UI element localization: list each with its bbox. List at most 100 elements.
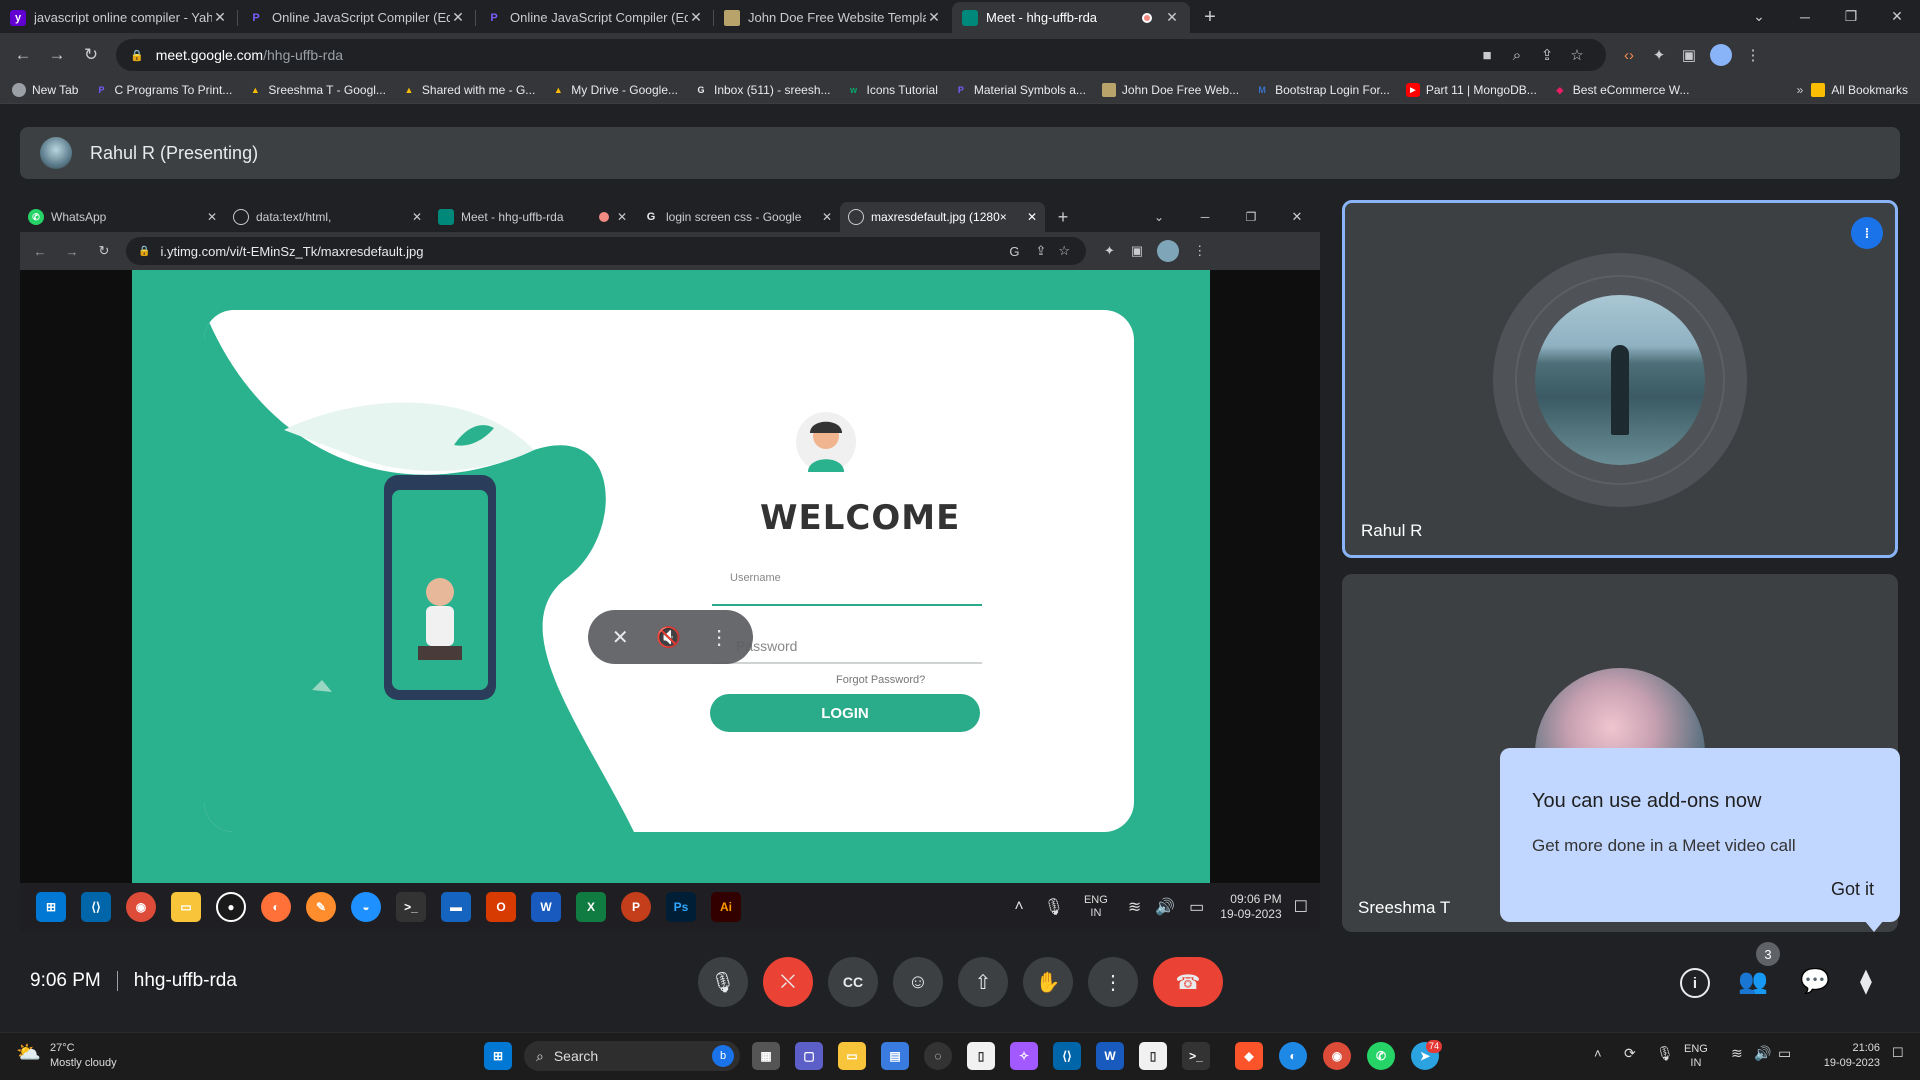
camera-off-button[interactable]: ⛌: [763, 957, 813, 1007]
bookmark-item[interactable]: ▲ Shared with me - G...: [402, 83, 535, 97]
bookmark-item[interactable]: ▶ Part 11 | MongoDB...: [1405, 83, 1537, 97]
notification-icon[interactable]: ☐: [1892, 1045, 1904, 1061]
volume-icon[interactable]: 🔊: [1754, 1045, 1771, 1062]
shared-tab: Glogin screen css - Google ✕: [635, 202, 840, 232]
side-panel-icon[interactable]: ▣: [1674, 46, 1704, 64]
chrome-icon[interactable]: ◉: [1323, 1042, 1351, 1070]
people-icon[interactable]: 👥: [1738, 967, 1768, 996]
document-icon[interactable]: ▯: [1139, 1042, 1167, 1070]
menu-icon[interactable]: ⋮: [1738, 46, 1768, 64]
raise-hand-button[interactable]: ✋: [1023, 957, 1073, 1007]
battery-icon[interactable]: ▭: [1778, 1045, 1791, 1062]
vscode-icon[interactable]: ⟨⟩: [1053, 1042, 1081, 1070]
teams-icon[interactable]: ▢: [795, 1042, 823, 1070]
zoom-icon[interactable]: ⌕: [1502, 47, 1532, 64]
word-icon[interactable]: W: [1096, 1042, 1124, 1070]
file-explorer-icon[interactable]: ▭: [838, 1042, 866, 1070]
mic-icon[interactable]: 🎙: [1656, 1045, 1674, 1062]
globe-icon: [233, 209, 249, 225]
bookmark-item[interactable]: w Icons Tutorial: [847, 83, 938, 97]
shared-url: i.ytimg.com/vi/t-EMinSz_Tk/maxresdefault…: [160, 243, 424, 259]
bookmark-item[interactable]: M Bootstrap Login For...: [1255, 83, 1389, 97]
unpin-icon[interactable]: ✕: [612, 625, 629, 650]
system-clock[interactable]: 21:06 19-09-2023: [1800, 1041, 1880, 1071]
wifi-icon[interactable]: ≋: [1731, 1045, 1743, 1062]
bookmark-item[interactable]: P C Programs To Print...: [94, 83, 232, 97]
sync-icon[interactable]: ⟳: [1624, 1045, 1636, 1062]
store-icon[interactable]: ▤: [881, 1042, 909, 1070]
close-tab-icon[interactable]: ✕: [926, 9, 942, 26]
taskbar-search[interactable]: ⌕ Search b: [524, 1041, 740, 1071]
browser-tab[interactable]: y javascript online compiler - Yahoo ✕: [0, 2, 238, 33]
browser-icon[interactable]: ◐: [1279, 1042, 1307, 1070]
bookmark-item[interactable]: P Material Symbols a...: [954, 83, 1086, 97]
restore-icon[interactable]: ❐: [1828, 0, 1874, 33]
screen-share-controls: ✕ 🔇 ⋮: [588, 610, 753, 664]
language-indicator[interactable]: ENG IN: [1684, 1042, 1708, 1070]
speaking-indicator-icon: ⁞: [1851, 217, 1883, 249]
popup-title: You can use add-ons now: [1532, 790, 1762, 812]
microphone-button[interactable]: 🎙: [698, 957, 748, 1007]
more-options-icon[interactable]: ⋮: [709, 625, 729, 650]
docker-icon: ◒: [351, 892, 381, 922]
bookmark-item[interactable]: G Inbox (511) - sreesh...: [694, 83, 830, 97]
whatsapp-icon[interactable]: ✆: [1367, 1042, 1395, 1070]
terminal-icon[interactable]: >_: [1182, 1042, 1210, 1070]
close-tab-icon[interactable]: ✕: [450, 9, 466, 26]
notepad-icon[interactable]: ▯: [967, 1042, 995, 1070]
close-tab-icon[interactable]: ✕: [688, 9, 704, 26]
username-field: Username: [712, 572, 982, 606]
weather-icon[interactable]: ⛅: [16, 1040, 41, 1065]
minimize-icon[interactable]: ─: [1782, 0, 1828, 33]
present-button[interactable]: ⇧: [958, 957, 1008, 1007]
bookmark-item[interactable]: John Doe Free Web...: [1101, 83, 1239, 97]
browser-tab[interactable]: P Online JavaScript Compiler (Editor) ✕: [238, 2, 476, 33]
participant-tile-rahul[interactable]: ⁞ Rahul R: [1342, 200, 1898, 558]
share-icon[interactable]: ⇪: [1532, 46, 1562, 64]
brave-icon[interactable]: ◆: [1235, 1042, 1263, 1070]
address-bar[interactable]: 🔒 meet.google.com/hhg-uffb-rda ■ ⌕ ⇪ ☆: [116, 39, 1606, 71]
browser-tab[interactable]: P Online JavaScript Compiler (Editor) ✕: [476, 2, 714, 33]
bookmark-item[interactable]: ▲ My Drive - Google...: [551, 83, 678, 97]
meeting-info-icon[interactable]: i: [1680, 968, 1710, 998]
captions-button[interactable]: CC: [828, 957, 878, 1007]
reactions-button[interactable]: ☺: [893, 957, 943, 1007]
task-view-icon[interactable]: ▦: [752, 1042, 780, 1070]
mute-audio-icon[interactable]: 🔇: [656, 625, 681, 650]
devtools-extension-icon[interactable]: ‹›: [1614, 47, 1644, 64]
browser-tab[interactable]: John Doe Free Website Template ✕: [714, 2, 952, 33]
reload-icon[interactable]: ↻: [74, 45, 108, 65]
windows-start-icon[interactable]: ⊞: [484, 1042, 512, 1070]
got-it-button[interactable]: Got it: [1831, 879, 1874, 900]
forward-icon[interactable]: →: [40, 45, 74, 65]
new-tab-icon[interactable]: +: [1190, 2, 1230, 33]
bookmark-item[interactable]: ◆ Best eCommerce W...: [1553, 83, 1689, 97]
back-icon[interactable]: ←: [6, 45, 40, 65]
weather-widget[interactable]: 27°C Mostly cloudy: [50, 1041, 117, 1071]
figma-icon[interactable]: ✧: [1010, 1042, 1038, 1070]
bookmark-item[interactable]: ▲ Sreeshma T - Googl...: [248, 83, 386, 97]
tray-expand-icon[interactable]: ˄: [1594, 1046, 1602, 1061]
star-icon[interactable]: ☆: [1562, 46, 1592, 64]
globe-icon: [12, 83, 26, 97]
more-bookmarks-icon[interactable]: »: [1797, 83, 1804, 97]
close-tab-icon[interactable]: ✕: [212, 9, 228, 26]
all-bookmarks-label: All Bookmarks: [1831, 83, 1908, 97]
activities-icon[interactable]: ⧫: [1860, 967, 1872, 996]
profile-avatar[interactable]: [1710, 44, 1732, 66]
leave-call-button[interactable]: ☎: [1153, 957, 1223, 1007]
extensions-icon[interactable]: ✦: [1644, 46, 1674, 64]
browser-tab-active[interactable]: Meet - hhg-uffb-rda ✕: [952, 2, 1190, 33]
bookmark-item[interactable]: New Tab: [12, 83, 78, 97]
more-options-button[interactable]: ⋮: [1088, 957, 1138, 1007]
windows-start-icon: ⊞: [36, 892, 66, 922]
close-window-icon[interactable]: ✕: [1874, 0, 1920, 33]
chat-icon[interactable]: 💬: [1800, 967, 1830, 996]
tab-search-icon: ⌄: [1153, 210, 1165, 224]
excel-icon: X: [576, 892, 606, 922]
close-tab-icon[interactable]: ✕: [1164, 9, 1180, 26]
camera-icon[interactable]: ■: [1472, 47, 1502, 64]
all-bookmarks[interactable]: All Bookmarks: [1811, 83, 1908, 97]
tab-search-icon[interactable]: ⌄: [1736, 0, 1782, 33]
dell-icon[interactable]: ◌: [924, 1042, 952, 1070]
